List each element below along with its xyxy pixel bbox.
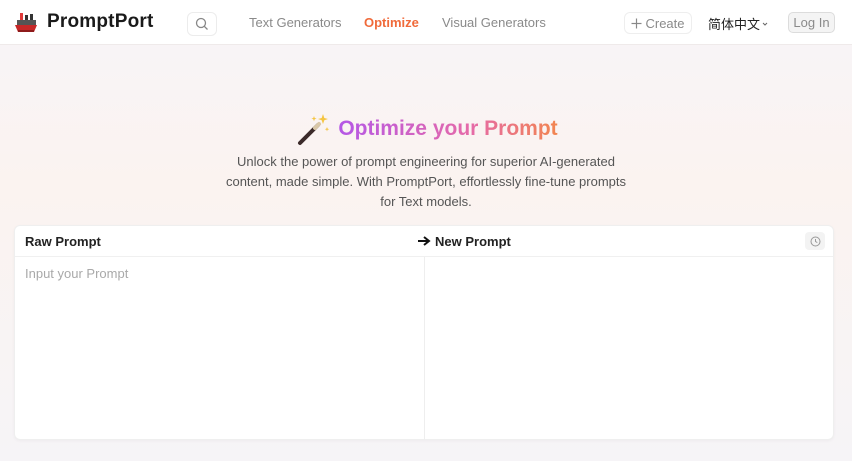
language-selector[interactable]: 简体中文 xyxy=(708,14,768,33)
plus-icon xyxy=(631,18,642,28)
search-button[interactable] xyxy=(187,12,217,36)
nav-visual-generators[interactable]: Visual Generators xyxy=(442,15,546,30)
new-prompt-output xyxy=(426,258,833,438)
nav-text-generators[interactable]: Text Generators xyxy=(249,15,342,30)
nav-optimize[interactable]: Optimize xyxy=(364,15,419,30)
magic-wand-icon xyxy=(298,114,330,145)
panel-divider xyxy=(424,257,425,440)
history-button[interactable] xyxy=(805,232,825,250)
brand-name[interactable]: PromptPort xyxy=(47,11,154,33)
hero-description: Unlock the power of prompt engineering f… xyxy=(225,154,627,209)
arrow-right-icon xyxy=(418,236,431,246)
hero-title: Optimize your Prompt xyxy=(338,117,558,140)
search-icon xyxy=(195,17,208,30)
top-navbar: PromptPort Text Generators Optimize Visu… xyxy=(0,0,852,45)
hero-heading: Optimize your Prompt xyxy=(0,110,852,148)
ship-logo-icon[interactable] xyxy=(14,11,38,35)
create-label: Create xyxy=(645,15,685,31)
create-button[interactable]: Create xyxy=(624,12,692,34)
new-prompt-label: New Prompt xyxy=(435,234,511,249)
prompt-editor: Raw Prompt New Prompt xyxy=(14,225,834,440)
login-label: Log In xyxy=(793,15,830,30)
history-clock-icon xyxy=(810,236,820,246)
raw-prompt-input[interactable] xyxy=(16,258,423,438)
raw-prompt-label: Raw Prompt xyxy=(25,234,101,249)
login-button[interactable]: Log In xyxy=(788,12,835,33)
chevron-down-icon xyxy=(762,22,768,26)
language-label: 简体中文 xyxy=(708,17,761,32)
